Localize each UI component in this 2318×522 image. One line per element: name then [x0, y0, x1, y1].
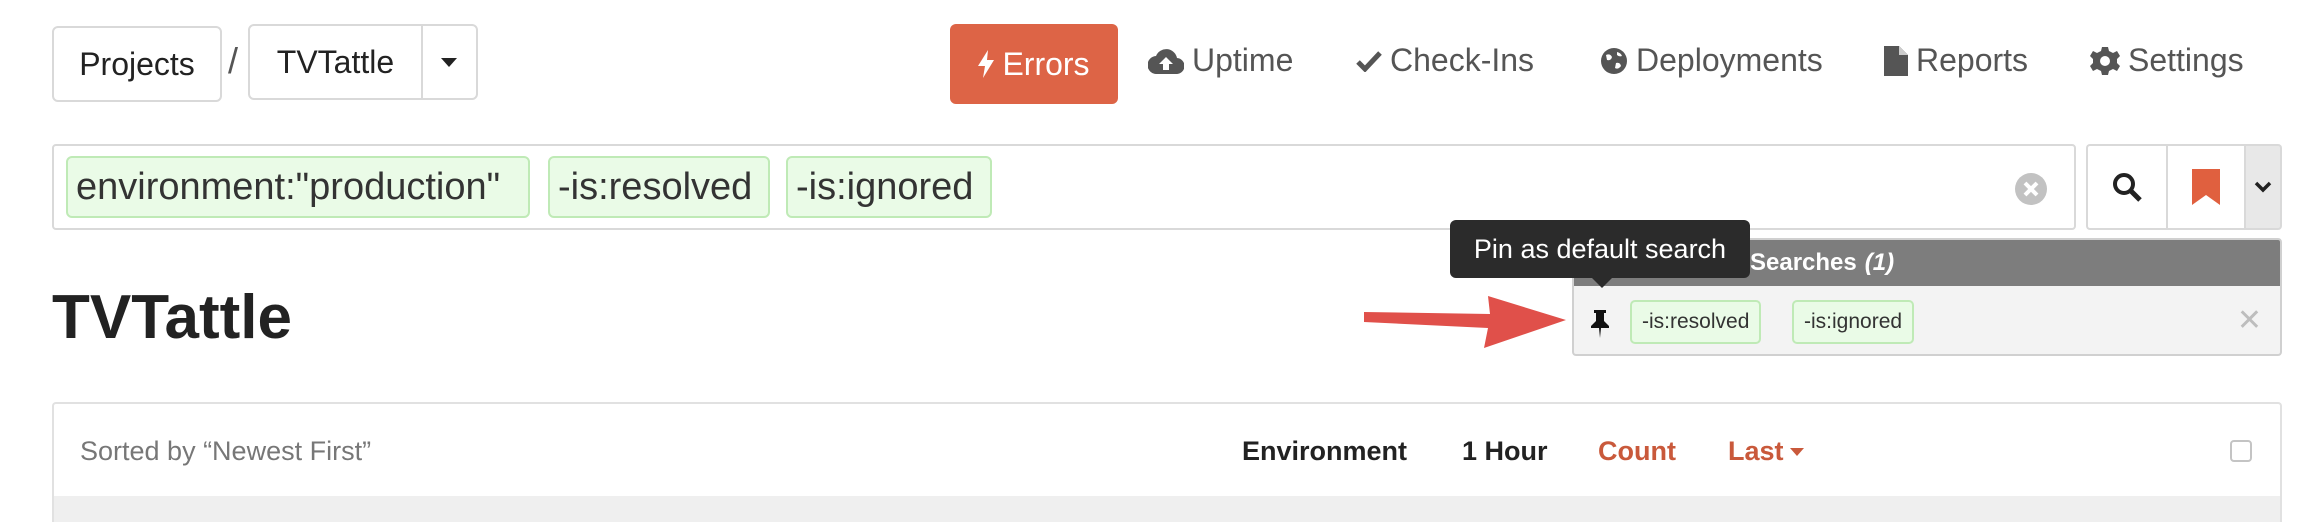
saved-searches-button[interactable]: [2166, 144, 2246, 230]
column-last-label: Last: [1728, 436, 1784, 466]
projects-label: Projects: [79, 45, 195, 82]
breadcrumb-separator: /: [228, 40, 239, 81]
clear-search-icon[interactable]: [2014, 172, 2048, 206]
chevron-down-icon: [2254, 181, 2272, 193]
select-all-checkbox[interactable]: [2230, 440, 2252, 462]
saved-searches-title: Searches: [1750, 249, 1857, 276]
nav-settings-label: Settings: [2128, 42, 2244, 78]
search-button[interactable]: [2086, 144, 2166, 230]
projects-button[interactable]: Projects: [52, 26, 222, 102]
column-last[interactable]: Last: [1728, 436, 1804, 467]
search-token-resolved[interactable]: -is:resolved: [548, 156, 770, 218]
column-1-hour[interactable]: 1 Hour: [1462, 436, 1548, 467]
nav-reports-label: Reports: [1916, 42, 2029, 78]
check-icon: [1356, 50, 1382, 72]
sort-label[interactable]: Sorted by “Newest First”: [80, 436, 371, 467]
nav-deployments[interactable]: Deployments: [1600, 42, 1823, 79]
page-title: TVTattle: [52, 283, 292, 352]
search-token-ignored[interactable]: -is:ignored: [786, 156, 992, 218]
nav-deployments-label: Deployments: [1636, 42, 1823, 78]
search-token-environment[interactable]: environment:"production": [66, 156, 530, 218]
nav-errors[interactable]: Errors: [950, 24, 1118, 104]
search-input[interactable]: environment:"production" -is:resolved -i…: [52, 144, 2076, 230]
table-row: [52, 496, 2282, 522]
nav-checkins[interactable]: Check-Ins: [1356, 42, 1534, 79]
saved-search-token: -is:ignored: [1792, 300, 1915, 344]
bookmark-icon: [2192, 169, 2220, 205]
file-icon: [1884, 45, 1908, 76]
bolt-icon: [978, 50, 995, 78]
saved-searches-count: (1): [1864, 249, 1895, 276]
project-selector[interactable]: TVTattle: [248, 24, 478, 100]
column-environment[interactable]: Environment: [1242, 436, 1407, 467]
nav-uptime-label: Uptime: [1192, 42, 1294, 78]
nav-reports[interactable]: Reports: [1884, 42, 2028, 79]
saved-search-item[interactable]: -is:resolved -is:ignored ✕: [1574, 286, 2280, 354]
delete-saved-search-icon[interactable]: ✕: [2237, 306, 2262, 336]
annotation-arrow-icon: [1364, 296, 1566, 348]
globe-icon: [1601, 47, 1627, 74]
project-dropdown-toggle[interactable]: [420, 26, 476, 98]
cloud-upload-icon: [1148, 48, 1184, 74]
caret-down-icon: [441, 57, 458, 67]
saved-search-token: -is:resolved: [1630, 300, 1762, 344]
nav-errors-label: Errors: [1002, 45, 1090, 82]
project-name[interactable]: TVTattle: [250, 44, 421, 81]
nav-uptime[interactable]: Uptime: [1148, 42, 1293, 79]
nav-settings[interactable]: Settings: [2090, 42, 2244, 79]
pin-tooltip: Pin as default search: [1450, 220, 1750, 278]
pin-icon[interactable]: [1590, 310, 1610, 338]
tooltip-arrow: [1592, 278, 1612, 288]
gear-icon: [2090, 46, 2120, 75]
list-header: Sorted by “Newest First” Environment 1 H…: [52, 402, 2282, 498]
nav-checkins-label: Check-Ins: [1390, 42, 1535, 78]
saved-searches-dropdown-toggle[interactable]: [2246, 144, 2282, 230]
search-icon: [2113, 173, 2142, 202]
column-count[interactable]: Count: [1598, 436, 1676, 467]
caret-down-icon: [1789, 447, 1804, 456]
